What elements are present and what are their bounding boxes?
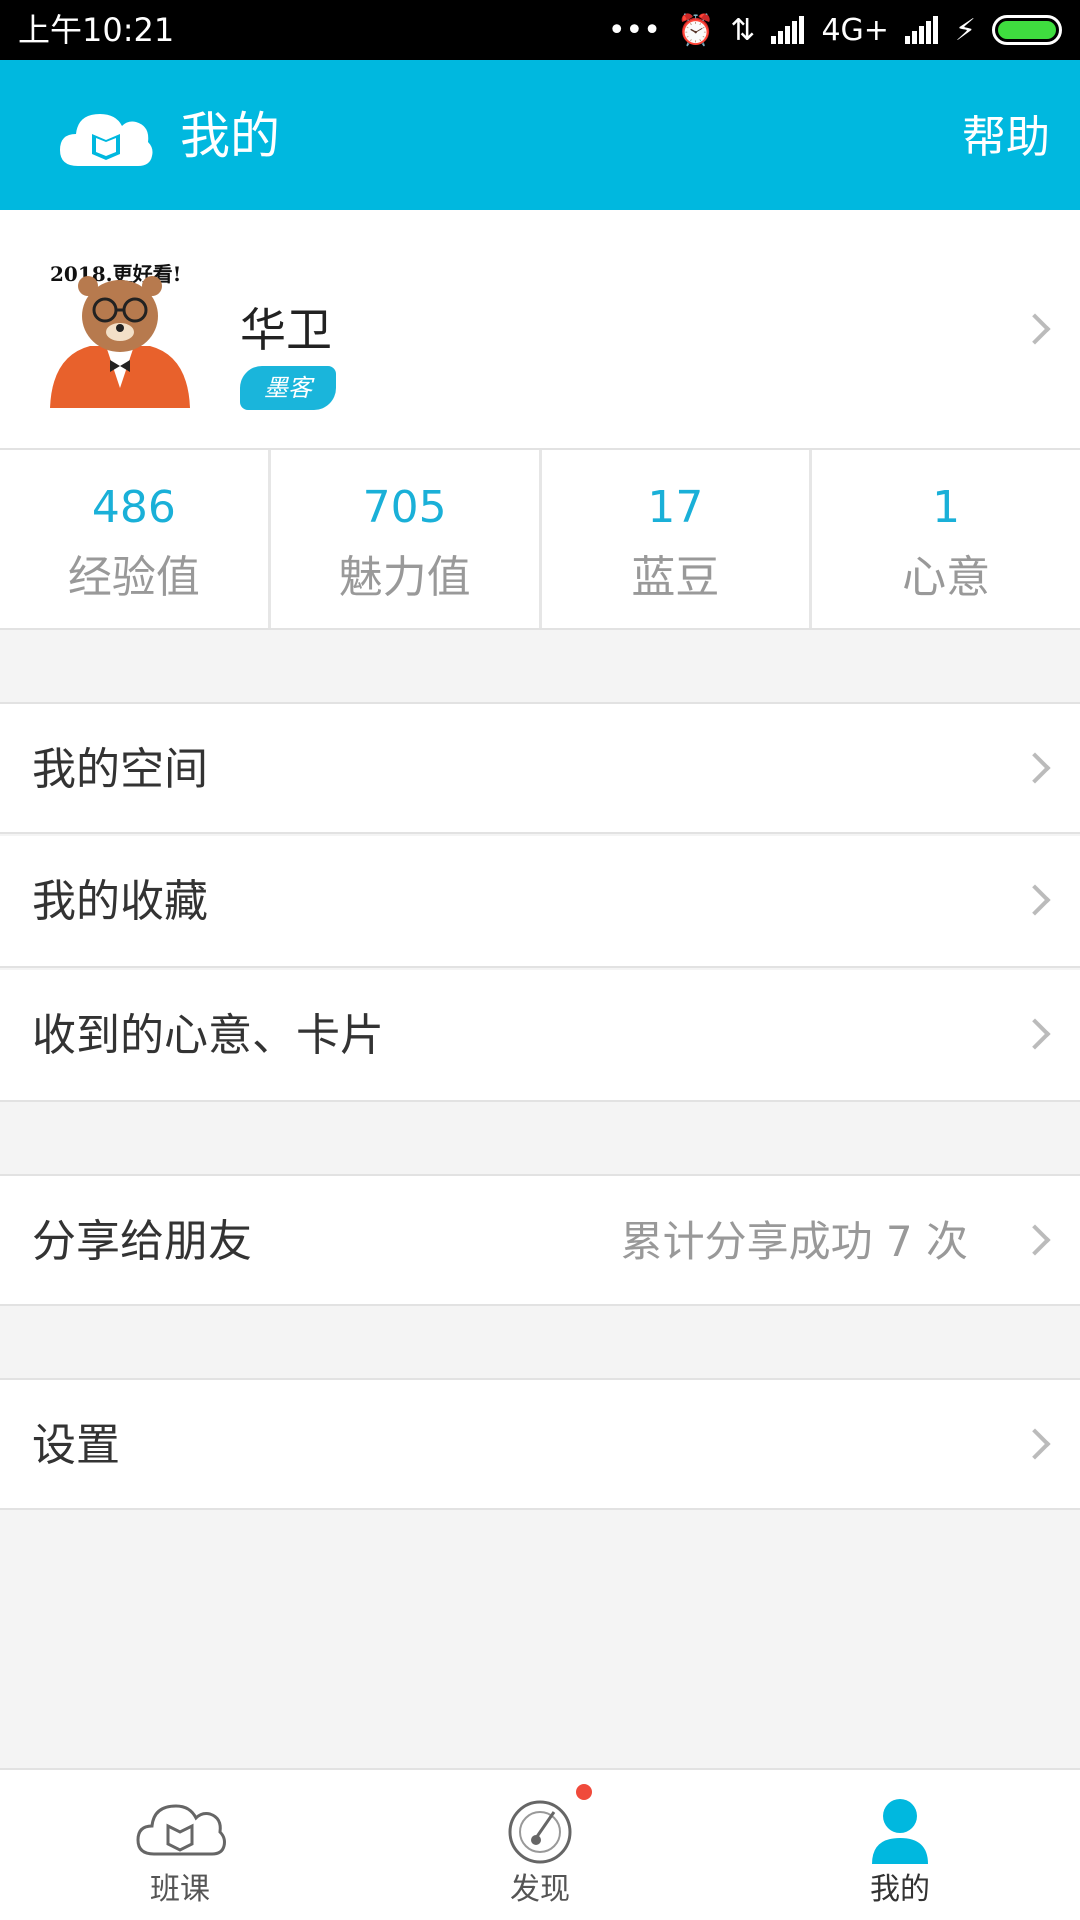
app-bar: 我的 帮助	[0, 60, 1080, 210]
stat-value: 705	[362, 482, 447, 533]
notification-dot	[576, 1784, 592, 1800]
tab-class[interactable]: 班课	[0, 1770, 360, 1920]
person-icon	[872, 1799, 928, 1864]
stat-experience[interactable]: 486 经验值	[0, 450, 271, 628]
page-title: 我的	[180, 107, 280, 165]
menu-item-received-gifts[interactable]: 收到的心意、卡片	[0, 970, 1080, 1102]
user-badge: 墨客	[240, 366, 336, 410]
cloud-book-logo-icon	[60, 114, 153, 166]
help-button[interactable]: 帮助	[962, 110, 1050, 166]
chevron-right-icon	[1019, 313, 1051, 345]
cloud-book-icon	[136, 1804, 226, 1856]
signal-icon-2	[904, 16, 938, 44]
stat-charm[interactable]: 705 魅力值	[271, 450, 542, 628]
chevron-right-icon	[1019, 1018, 1051, 1050]
avatar[interactable]: 2018.更好看!	[30, 238, 210, 418]
status-icons: ••• ⏰ ⇅ 4G+ ⚡	[608, 10, 1062, 50]
bottom-tab-bar: 班课 发现 我的	[0, 1768, 1080, 1920]
menu-item-settings[interactable]: 设置	[0, 1378, 1080, 1510]
data-transfer-icon: ⇅	[730, 12, 756, 48]
share-count: 累计分享成功 7 次	[620, 1217, 968, 1266]
username: 华卫	[240, 303, 332, 357]
network-type: 4G+	[821, 12, 889, 48]
alarm-icon: ⏰	[676, 12, 715, 48]
chevron-right-icon	[1019, 752, 1051, 784]
menu-item-my-space[interactable]: 我的空间	[0, 702, 1080, 834]
battery-icon	[992, 15, 1062, 45]
tab-label: 班课	[150, 1872, 210, 1907]
compass-icon	[508, 1800, 572, 1864]
stat-label: 魅力值	[338, 552, 471, 603]
tab-label: 我的	[870, 1872, 930, 1907]
stats-bar: 486 经验值 705 魅力值 17 蓝豆 1 心意	[0, 450, 1080, 630]
signal-icon	[771, 16, 805, 44]
tab-mine[interactable]: 我的	[720, 1770, 1080, 1920]
menu-item-label: 我的收藏	[32, 876, 208, 927]
menu-item-label: 我的空间	[32, 744, 208, 795]
chevron-right-icon	[1019, 1428, 1051, 1460]
menu-item-label: 设置	[32, 1420, 120, 1471]
stat-blue-beans[interactable]: 17 蓝豆	[542, 450, 813, 628]
status-bar: 上午10:21 ••• ⏰ ⇅ 4G+ ⚡	[0, 0, 1080, 60]
menu-item-my-favorites[interactable]: 我的收藏	[0, 836, 1080, 968]
status-time: 上午10:21	[18, 11, 175, 49]
tab-label: 发现	[510, 1872, 570, 1907]
stat-label: 蓝豆	[631, 552, 720, 603]
chevron-right-icon	[1019, 884, 1051, 916]
tab-discover[interactable]: 发现	[360, 1770, 720, 1920]
more-icon: •••	[607, 12, 661, 48]
menu-item-label: 收到的心意、卡片	[32, 1010, 384, 1061]
chevron-right-icon	[1019, 1224, 1051, 1256]
stat-label: 经验值	[67, 552, 200, 603]
stat-value: 486	[91, 482, 176, 533]
stat-label: 心意	[902, 552, 991, 603]
stat-value: 1	[932, 482, 961, 533]
stat-value: 17	[647, 482, 704, 533]
profile-card[interactable]: 2018.更好看! 华卫 墨客	[0, 210, 1080, 450]
menu-item-share[interactable]: 分享给朋友 累计分享成功 7 次	[0, 1174, 1080, 1306]
stat-gifts[interactable]: 1 心意	[812, 450, 1080, 628]
charging-icon: ⚡	[954, 12, 976, 48]
menu-item-label: 分享给朋友	[32, 1216, 252, 1267]
bear-avatar-icon	[50, 276, 190, 408]
